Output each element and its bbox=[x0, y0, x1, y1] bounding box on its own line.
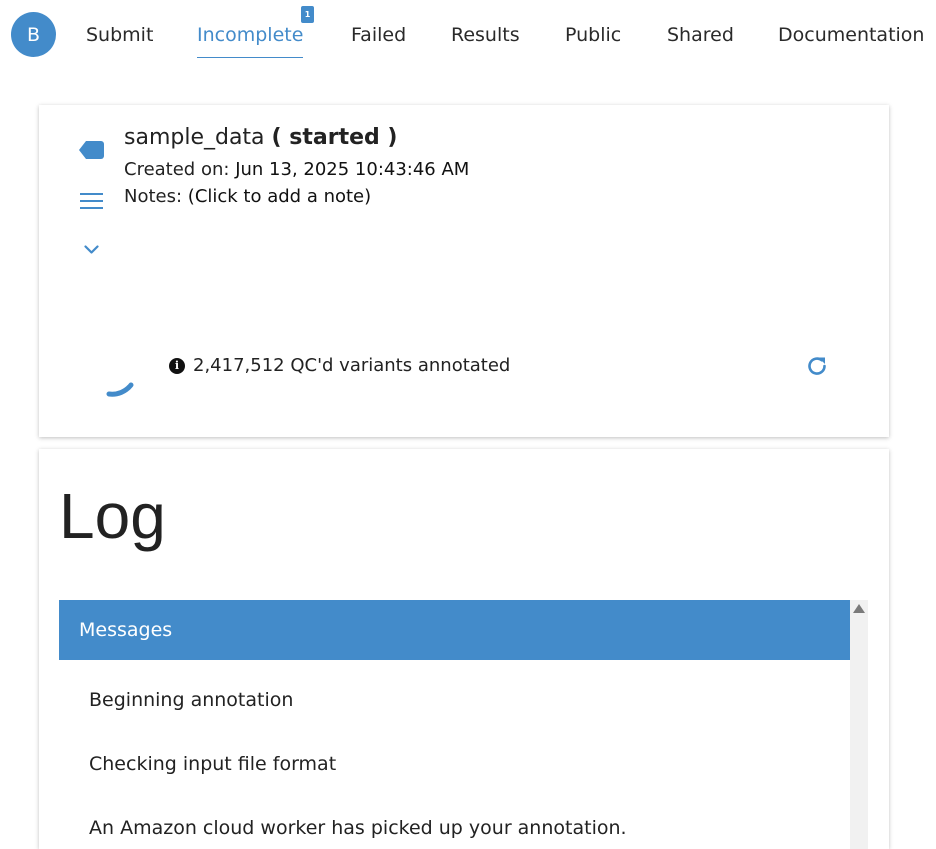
job-card: sample_data ( started ) Created on: Jun … bbox=[39, 105, 889, 437]
top-nav: B Submit Incomplete 1 Failed Results Pub… bbox=[0, 0, 936, 70]
log-message: Beginning annotation bbox=[89, 689, 294, 711]
messages-scrollbar[interactable] bbox=[850, 600, 868, 849]
progress-text: 2,417,512 QC'd variants annotated bbox=[193, 355, 511, 376]
notes-value[interactable]: (Click to add a note) bbox=[188, 186, 371, 207]
created-on: Created on: Jun 13, 2025 10:43:46 AM bbox=[124, 159, 469, 180]
tab-submit[interactable]: Submit bbox=[86, 22, 153, 48]
tab-shared[interactable]: Shared bbox=[667, 22, 734, 48]
user-avatar[interactable]: B bbox=[11, 12, 56, 57]
info-icon: i bbox=[169, 357, 185, 374]
menu-icon[interactable] bbox=[80, 193, 103, 209]
log-title: Log bbox=[59, 480, 166, 552]
tab-failed[interactable]: Failed bbox=[351, 22, 406, 48]
tab-public[interactable]: Public bbox=[565, 22, 621, 48]
tab-results[interactable]: Results bbox=[451, 22, 520, 48]
job-title: sample_data ( started ) bbox=[124, 125, 397, 150]
refresh-icon[interactable] bbox=[805, 354, 829, 378]
created-value: Jun 13, 2025 10:43:46 AM bbox=[235, 159, 470, 180]
progress-status: i 2,417,512 QC'd variants annotated bbox=[169, 355, 510, 376]
job-status: ( started ) bbox=[271, 125, 398, 150]
notes: Notes: (Click to add a note) bbox=[124, 186, 371, 207]
job-name: sample_data bbox=[124, 125, 265, 150]
tab-incomplete[interactable]: Incomplete bbox=[197, 22, 304, 58]
spinner-icon bbox=[106, 382, 134, 397]
chevron-down-icon[interactable] bbox=[84, 245, 99, 255]
scroll-up-arrow-icon[interactable] bbox=[853, 604, 865, 613]
created-label: Created on: bbox=[124, 159, 230, 180]
messages-header: Messages bbox=[59, 600, 850, 660]
log-message: Checking input file format bbox=[89, 753, 337, 775]
log-card: Log Messages Beginning annotation Checki… bbox=[39, 449, 889, 849]
incomplete-count-badge: 1 bbox=[301, 6, 314, 23]
tag-icon[interactable] bbox=[79, 141, 104, 159]
notes-label: Notes: bbox=[124, 186, 183, 207]
messages-header-label: Messages bbox=[79, 619, 173, 641]
log-message: An Amazon cloud worker has picked up you… bbox=[89, 817, 627, 839]
tab-documentation[interactable]: Documentation bbox=[778, 22, 924, 48]
